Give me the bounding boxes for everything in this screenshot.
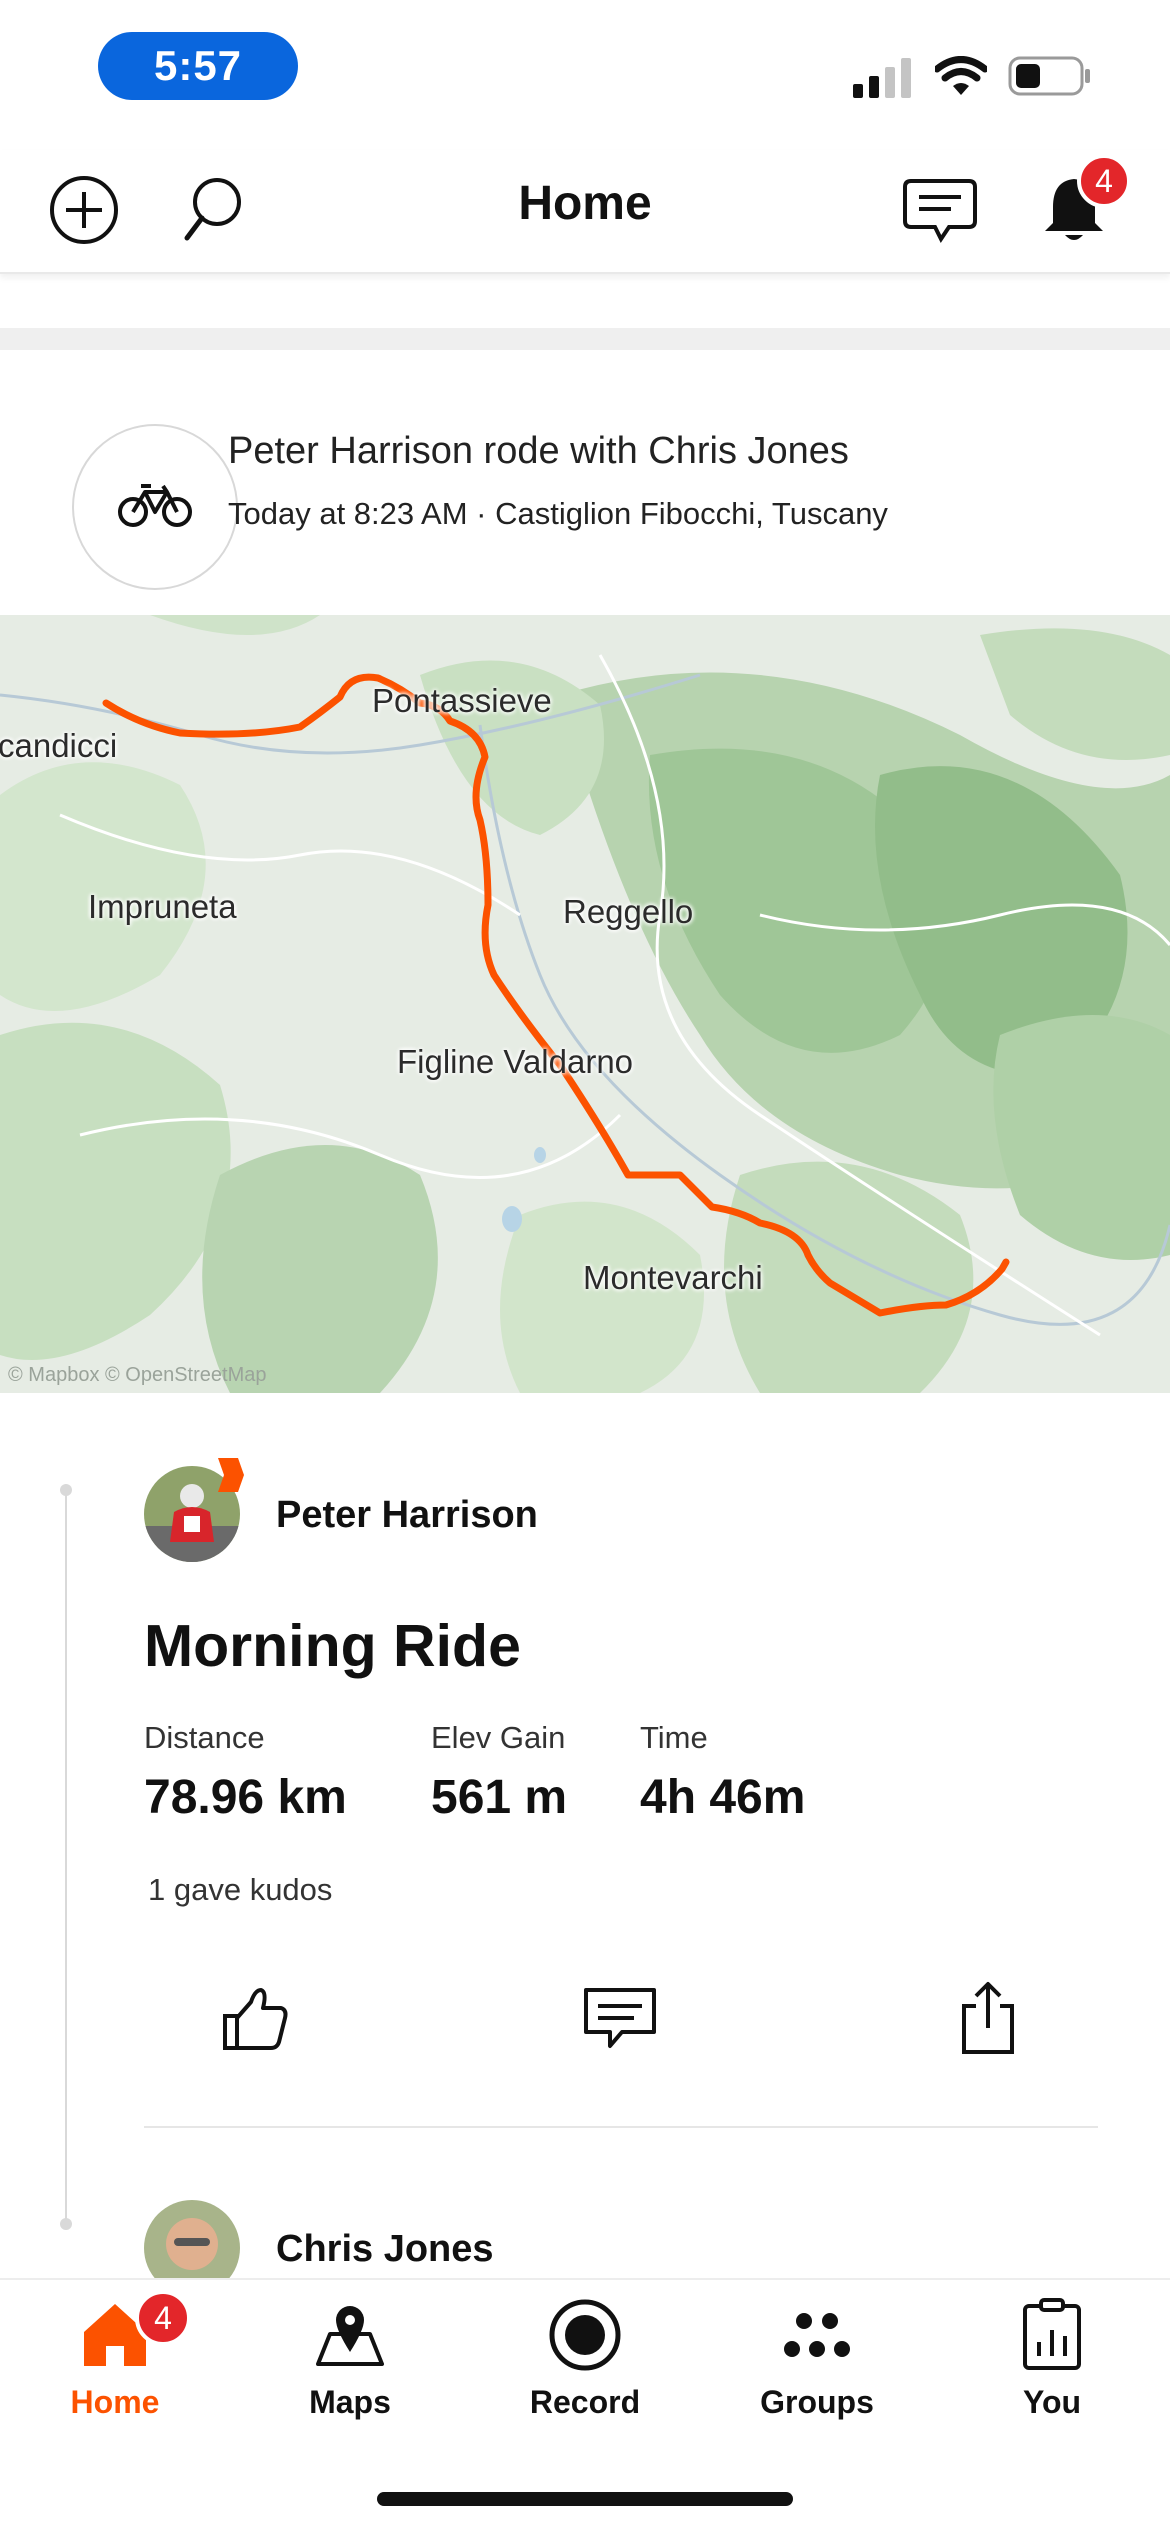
kudos-count[interactable]: 1 gave kudos bbox=[148, 1872, 332, 1908]
bike-icon bbox=[117, 480, 193, 535]
tab-label: Groups bbox=[760, 2384, 874, 2420]
map-label-scandicci: candicci bbox=[0, 727, 118, 764]
share-icon[interactable] bbox=[948, 1978, 1028, 2058]
stat-label-elev-gain: Elev Gain bbox=[431, 1720, 566, 1755]
tab-label: You bbox=[1022, 2384, 1082, 2420]
athlete-name[interactable]: Peter Harrison bbox=[276, 1494, 538, 1537]
group-timeline bbox=[65, 1490, 67, 2225]
athlete-marker-icon bbox=[218, 1458, 244, 1492]
tab-label: Maps bbox=[309, 2384, 391, 2420]
tab-label: Record bbox=[529, 2384, 641, 2420]
stat-label-distance: Distance bbox=[144, 1720, 265, 1755]
activity-title[interactable]: Morning Ride bbox=[144, 1612, 521, 1680]
page-title: Home bbox=[518, 177, 652, 230]
battery-icon bbox=[1008, 56, 1090, 96]
tab-label: Home bbox=[70, 2384, 160, 2420]
groups-icon bbox=[722, 2290, 912, 2380]
tab-maps[interactable]: Maps bbox=[255, 2290, 445, 2421]
wifi-icon bbox=[935, 56, 987, 95]
stat-value-time: 4h 46m bbox=[640, 1771, 806, 1824]
map-attribution: © Mapbox © OpenStreetMap bbox=[8, 1364, 267, 1386]
map-label-figline: Figline Valdarno bbox=[397, 1043, 634, 1080]
map-label-reggello: Reggello bbox=[563, 893, 694, 930]
status-time: 5:57 bbox=[98, 32, 298, 100]
feed-separator bbox=[0, 328, 1170, 350]
messages-icon[interactable] bbox=[900, 170, 980, 250]
tab-record[interactable]: Record bbox=[490, 2290, 680, 2421]
cellular-signal-icon bbox=[853, 58, 911, 98]
you-icon bbox=[957, 2290, 1147, 2380]
timeline-dot bbox=[60, 2218, 72, 2230]
add-circle-icon[interactable] bbox=[44, 170, 124, 250]
stat-value-elev-gain: 561 m bbox=[431, 1771, 568, 1824]
map-label-impruneta: Impruneta bbox=[88, 888, 237, 925]
activity-headline[interactable]: Peter Harrison rode with Chris Jones bbox=[228, 430, 849, 473]
home-indicator bbox=[377, 2492, 793, 2506]
record-icon bbox=[490, 2290, 680, 2380]
map-label-montevarchi: Montevarchi bbox=[583, 1259, 763, 1296]
home-tab-badge: 4 bbox=[135, 2290, 191, 2346]
athlete-name[interactable]: Chris Jones bbox=[276, 2228, 494, 2271]
comment-icon[interactable] bbox=[580, 1978, 660, 2058]
route-map[interactable]: candicci Pontassieve Impruneta Reggello … bbox=[0, 615, 1170, 1393]
stat-value-distance: 78.96 km bbox=[144, 1771, 347, 1824]
activity-subline: Today at 8:23 AM · Castiglion Fibocchi, … bbox=[228, 496, 888, 531]
map-label-pontassieve: Pontassieve bbox=[372, 682, 552, 719]
timeline-dot bbox=[60, 1484, 72, 1496]
stat-label-time: Time bbox=[640, 1720, 708, 1755]
tab-you[interactable]: You bbox=[957, 2290, 1147, 2421]
activity-type-badge bbox=[72, 424, 238, 590]
maps-icon bbox=[255, 2290, 445, 2380]
tab-groups[interactable]: Groups bbox=[722, 2290, 912, 2421]
divider bbox=[144, 2126, 1098, 2128]
search-icon[interactable] bbox=[172, 170, 252, 250]
thumbs-up-icon[interactable] bbox=[215, 1978, 295, 2058]
notification-badge: 4 bbox=[1077, 154, 1131, 208]
